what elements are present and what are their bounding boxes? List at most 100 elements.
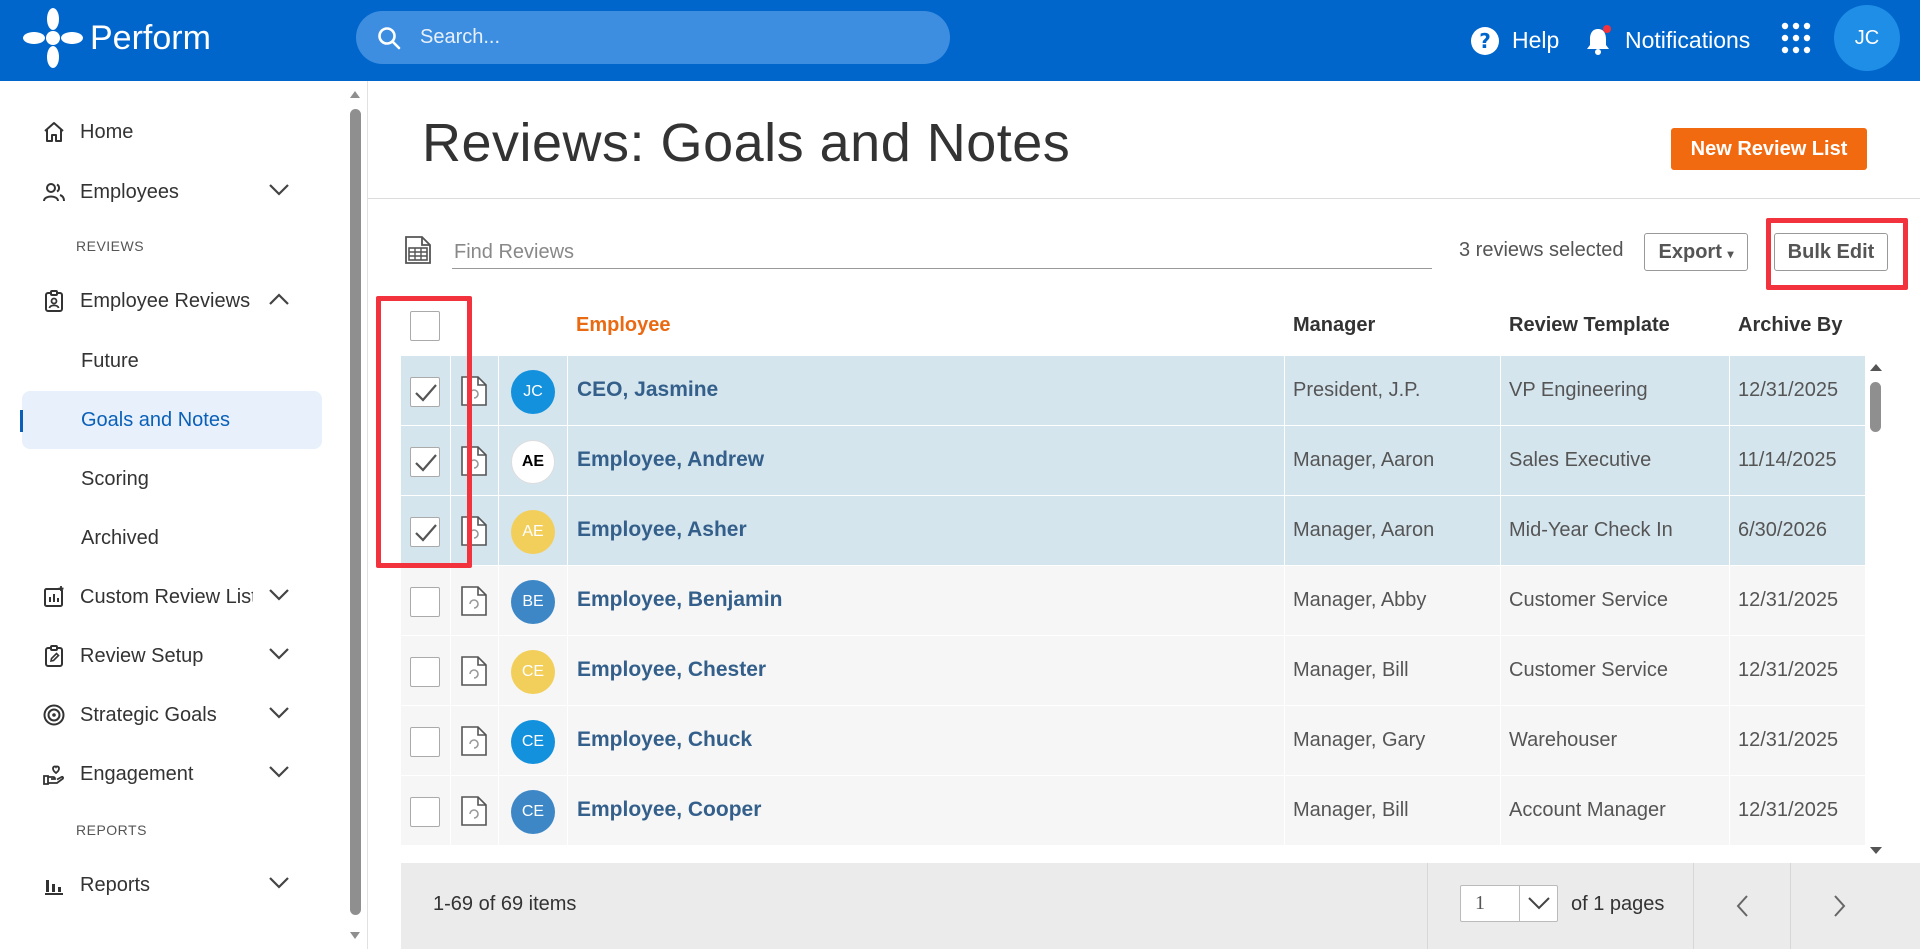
user-avatar[interactable]: JC <box>1834 5 1900 71</box>
target-icon <box>43 704 65 726</box>
column-header-manager[interactable]: Manager <box>1293 314 1375 337</box>
page-select[interactable]: 1 <box>1460 885 1558 922</box>
employee-name-link[interactable]: Employee, Chester <box>577 658 766 682</box>
review-template-cell: Customer Service <box>1509 589 1668 611</box>
table-row[interactable]: CE Employee, Chester Manager, Bill Custo… <box>401 636 1865 706</box>
sidebar-subitem-archived[interactable]: Archived <box>22 509 322 567</box>
employee-name-link[interactable]: Employee, Benjamin <box>577 588 782 612</box>
table-row[interactable]: AE Employee, Andrew Manager, Aaron Sales… <box>401 426 1865 496</box>
row-checkbox[interactable] <box>410 727 440 757</box>
sidebar-item-review-setup[interactable]: Review Setup <box>22 627 322 685</box>
next-page-icon[interactable] <box>1824 891 1854 921</box>
chevron-down-icon <box>1528 897 1550 910</box>
employee-name-link[interactable]: Employee, Chuck <box>577 728 752 752</box>
items-count: 1-69 of 69 items <box>433 893 577 915</box>
document-icon[interactable] <box>460 655 488 687</box>
notifications-button[interactable]: Notifications <box>1583 0 1750 81</box>
column-separator <box>498 496 499 566</box>
sidebar-item-home[interactable]: Home <box>22 103 322 161</box>
sidebar-item-strategic-goals[interactable]: Strategic Goals <box>22 686 322 744</box>
page-title: Reviews: Goals and Notes <box>422 113 1071 173</box>
row-checkbox[interactable] <box>410 587 440 617</box>
section-label-reports: REPORTS <box>76 822 147 838</box>
column-separator <box>1284 566 1285 636</box>
row-checkbox[interactable] <box>410 797 440 827</box>
table-scroll-thumb[interactable] <box>1870 382 1881 432</box>
column-separator <box>1729 356 1730 426</box>
table-scroll-up-arrow-icon[interactable] <box>1869 362 1883 372</box>
perform-logo-icon <box>23 8 83 68</box>
review-template-cell: Mid-Year Check In <box>1509 519 1673 541</box>
notifications-label: Notifications <box>1625 27 1751 53</box>
column-header-archive-by[interactable]: Archive By <box>1738 314 1843 337</box>
column-separator <box>1500 706 1501 776</box>
app-grid-icon[interactable] <box>1780 20 1812 56</box>
employee-name-link[interactable]: CEO, Jasmine <box>577 378 718 402</box>
row-checkbox[interactable] <box>410 657 440 687</box>
table-row[interactable]: AE Employee, Asher Manager, Aaron Mid-Ye… <box>401 496 1865 566</box>
sidebar-item-reports[interactable]: Reports <box>22 856 322 914</box>
column-separator <box>1729 566 1730 636</box>
sidebar-subitem-goals-and-notes[interactable]: Goals and Notes <box>22 391 322 449</box>
bell-icon <box>1587 24 1611 55</box>
section-label-reviews: REVIEWS <box>76 238 145 254</box>
spreadsheet-icon[interactable] <box>404 235 432 265</box>
page-select-value: 1 <box>1475 892 1485 914</box>
column-header-review-template[interactable]: Review Template <box>1509 314 1670 337</box>
document-icon[interactable] <box>460 585 488 617</box>
employee-avatar: BE <box>511 580 555 624</box>
help-label: Help <box>1512 27 1560 53</box>
new-review-list-button[interactable]: New Review List <box>1671 128 1867 170</box>
employee-name-link[interactable]: Employee, Asher <box>577 518 747 542</box>
global-search[interactable] <box>356 11 950 64</box>
help-button[interactable]: ? Help <box>1470 0 1559 81</box>
sidebar-item-label: Custom Review Lists <box>80 585 253 608</box>
table-row[interactable]: CE Employee, Cooper Manager, Bill Accoun… <box>401 776 1865 846</box>
sidebar-subitem-scoring[interactable]: Scoring <box>22 450 322 508</box>
chevron-down-icon <box>269 877 289 889</box>
column-separator <box>1729 706 1730 776</box>
previous-page-icon[interactable] <box>1728 891 1758 921</box>
document-icon[interactable] <box>460 725 488 757</box>
table-scroll-down-arrow-icon[interactable] <box>1869 846 1883 856</box>
column-separator <box>567 706 568 776</box>
selected-count: 3 reviews selected <box>1459 239 1624 261</box>
scroll-down-arrow-icon[interactable] <box>349 931 361 941</box>
archive-by-cell: 11/14/2025 <box>1738 449 1837 471</box>
table-row[interactable]: CE Employee, Chuck Manager, Gary Warehou… <box>401 706 1865 776</box>
sidebar-scroll-thumb[interactable] <box>350 109 361 915</box>
chevron-down-icon <box>269 184 289 196</box>
column-separator <box>1729 426 1730 496</box>
column-separator <box>498 706 499 776</box>
pager-separator <box>1427 863 1428 949</box>
highlight-box-bulk-edit <box>1766 218 1908 290</box>
divider <box>368 198 1920 199</box>
search-input[interactable] <box>420 26 900 49</box>
manager-cell: Manager, Abby <box>1293 589 1427 611</box>
sidebar-item-custom-review-lists[interactable]: Custom Review Lists <box>22 568 322 626</box>
table-row[interactable]: BE Employee, Benjamin Manager, Abby Cust… <box>401 566 1865 636</box>
scroll-up-arrow-icon[interactable] <box>349 89 361 99</box>
column-separator <box>498 776 499 846</box>
sidebar-item-employee-reviews[interactable]: Employee Reviews <box>22 272 322 330</box>
find-reviews-input[interactable] <box>452 236 1432 269</box>
column-separator <box>1500 496 1501 566</box>
chevron-down-icon <box>269 589 289 601</box>
table-row[interactable]: JC CEO, Jasmine President, J.P. VP Engin… <box>401 356 1865 426</box>
archive-by-cell: 12/31/2025 <box>1738 799 1839 821</box>
employee-avatar: CE <box>511 720 555 764</box>
column-separator <box>1500 636 1501 706</box>
column-header-employee[interactable]: Employee <box>576 314 670 337</box>
sidebar-item-employees[interactable]: Employees <box>22 163 322 221</box>
sidebar-item-label: Home <box>80 120 134 143</box>
employee-name-link[interactable]: Employee, Andrew <box>577 448 764 472</box>
brand[interactable]: Perform <box>22 8 211 68</box>
sidebar-subitem-future[interactable]: Future <box>22 332 322 390</box>
document-icon[interactable] <box>460 795 488 827</box>
sidebar-item-engagement[interactable]: Engagement <box>22 745 322 803</box>
column-separator <box>1284 426 1285 496</box>
employee-name-link[interactable]: Employee, Cooper <box>577 798 761 822</box>
hand-heart-icon <box>43 765 65 785</box>
export-button[interactable]: Export ▾ <box>1644 233 1748 271</box>
search-icon <box>378 26 401 49</box>
